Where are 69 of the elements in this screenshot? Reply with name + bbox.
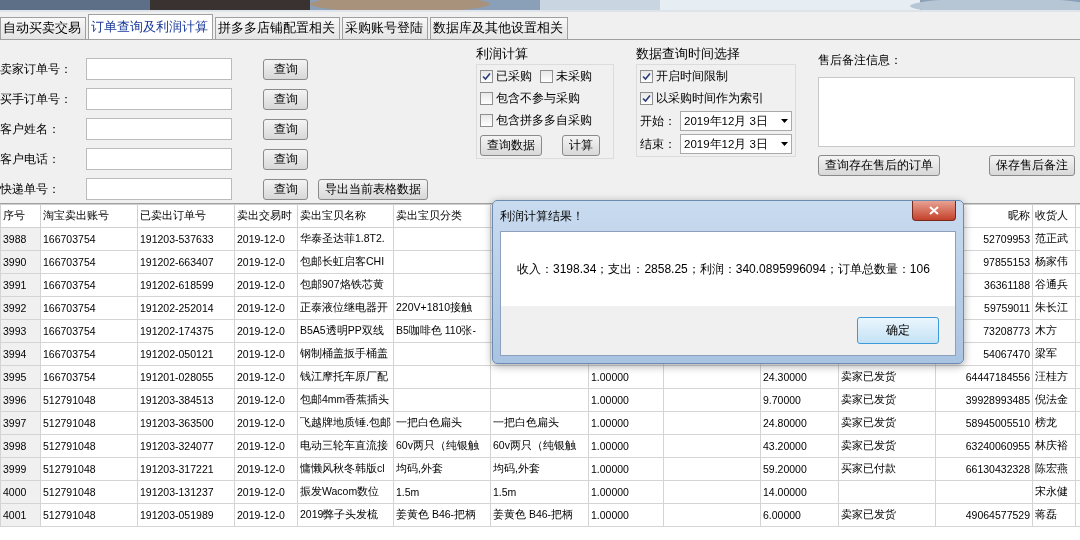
action-button[interactable]: 保存售后备注 xyxy=(989,155,1075,176)
action-button[interactable]: 查询数据 xyxy=(480,135,542,156)
checkbox[interactable]: 开启时间限制 xyxy=(640,67,792,86)
table-cell: 4001 xyxy=(0,503,41,527)
column-header[interactable]: 卖出宝贝分类 xyxy=(393,204,491,228)
table-cell: 3998 xyxy=(0,434,41,458)
check-icon xyxy=(642,94,651,103)
date-picker[interactable]: 2019年12月 3日 xyxy=(680,111,792,131)
table-cell: 3988 xyxy=(0,227,41,251)
tab[interactable]: 订单查询及利润计算 xyxy=(88,14,213,39)
checkbox[interactable]: 已采购 xyxy=(480,67,532,86)
notes-label: 售后备注信息： xyxy=(818,52,903,69)
table-cell: 3994 xyxy=(0,342,41,366)
action-button[interactable]: 查询存在售后的订单 xyxy=(818,155,940,176)
query-button[interactable]: 查询 xyxy=(263,178,308,200)
table-cell: 3997 xyxy=(0,411,41,435)
column-header[interactable]: 淘宝卖出账号 xyxy=(40,204,138,228)
table-cell: 3990 xyxy=(0,250,41,274)
column-header[interactable]: 收货人 xyxy=(1032,204,1076,228)
column-header[interactable]: 已卖出订单号 xyxy=(137,204,235,228)
checkbox[interactable]: 包含不参与采购 xyxy=(480,89,580,108)
column-header[interactable]: 卖出交易时 xyxy=(234,204,298,228)
checkbox[interactable]: 以采购时间作为索引 xyxy=(640,89,792,108)
table-cell: 3996 xyxy=(0,388,41,412)
dialog-title: 利润计算结果！ xyxy=(500,207,584,225)
ok-button[interactable]: 确定 xyxy=(857,317,939,344)
table-cell: 3992 xyxy=(0,296,41,320)
notes-field[interactable] xyxy=(818,77,1075,147)
date-picker[interactable]: 2019年12月 3日 xyxy=(680,134,792,154)
field-label: 买手订单号： xyxy=(0,90,73,108)
field-label: 快递单号： xyxy=(0,180,61,198)
field-label: 客户电话： xyxy=(0,150,61,168)
table-cell: 3991 xyxy=(0,273,41,297)
dropdown-icon xyxy=(781,142,788,146)
check-icon xyxy=(482,72,491,81)
table-cell: 3993 xyxy=(0,319,41,343)
query-button[interactable]: 查询 xyxy=(263,88,308,110)
date-label: 结束： xyxy=(640,135,676,153)
close-icon xyxy=(929,206,939,215)
query-button[interactable]: 查询 xyxy=(263,148,308,170)
tab[interactable]: 数据库及其他设置相关 xyxy=(430,17,568,39)
check-icon xyxy=(642,72,651,81)
input-field[interactable] xyxy=(86,88,232,110)
input-field[interactable] xyxy=(86,58,232,80)
column-header[interactable]: 卖出宝贝名称 xyxy=(297,204,394,228)
column-header[interactable]: 序号 xyxy=(0,204,41,228)
field-label: 卖家订单号： xyxy=(0,60,73,78)
tab[interactable]: 自动买卖交易 xyxy=(0,17,86,39)
close-button[interactable] xyxy=(912,201,956,221)
action-button[interactable]: 计算 xyxy=(562,135,600,156)
export-button[interactable]: 导出当前表格数据 xyxy=(318,178,428,200)
dialog-message: 收入：3198.34；支出：2858.25；利润：340.0895996094；订单总数量：106 xyxy=(516,260,931,278)
table-cell: 3999 xyxy=(0,457,41,481)
input-field[interactable] xyxy=(86,118,232,140)
group-title: 利润计算 xyxy=(476,46,529,63)
input-field[interactable] xyxy=(86,148,232,170)
tab[interactable]: 采购账号登陆 xyxy=(342,17,428,39)
tab[interactable]: 拼多多店铺配置相关 xyxy=(215,17,340,39)
checkbox[interactable]: 未采购 xyxy=(540,67,592,86)
table-cell: 3995 xyxy=(0,365,41,389)
date-label: 开始： xyxy=(640,112,676,130)
dropdown-icon xyxy=(781,119,788,123)
query-button[interactable]: 查询 xyxy=(263,118,308,140)
checkbox[interactable]: 包含拼多多自采购 xyxy=(480,111,592,130)
table-cell: 4000 xyxy=(0,480,41,504)
input-field[interactable] xyxy=(86,178,232,200)
field-label: 客户姓名： xyxy=(0,120,61,138)
group-title: 数据查询时间选择 xyxy=(636,46,741,63)
query-button[interactable]: 查询 xyxy=(263,58,308,80)
